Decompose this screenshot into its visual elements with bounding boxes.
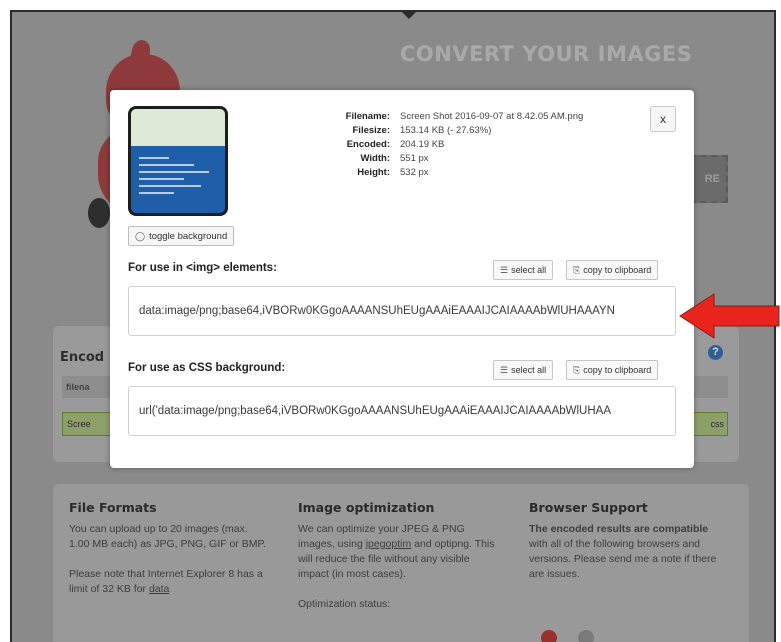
img-section-label: For use in <img> elements: <box>128 262 277 274</box>
encode-result-modal: ◯ toggle background Filename: Screen Shot… <box>110 90 694 468</box>
jpegoptim-link[interactable]: jpegoptim <box>366 538 412 550</box>
info-file-formats: File Formats You can upload up to 20 ima… <box>69 500 269 597</box>
meta-row: Filename: Screen Shot 2016-09-07 at 8.42.… <box>345 111 584 122</box>
list-icon: ☰ <box>500 264 509 275</box>
clipboard-icon: ⎘ <box>573 364 581 375</box>
file-formats-note: Please note that Internet Explorer 8 has… <box>69 568 263 595</box>
encode-panel-title: Encod <box>60 350 105 365</box>
img-select-all-button[interactable]: ☰ select all <box>493 260 554 280</box>
meta-row: Height: 532 px <box>357 167 429 178</box>
help-icon[interactable]: ? <box>708 345 723 360</box>
css-background-field[interactable]: url('data:image/png;base64,iVBORw0KGgoAA… <box>128 386 676 436</box>
meta-row: Width: 551 px <box>360 153 429 164</box>
optimization-text: We can optimize your JPEG & PNG images, … <box>298 523 495 580</box>
info-optimization: Image optimization We can optimize your … <box>298 500 498 612</box>
page: CONVERT YOUR IMAGES RE Encod ? filena Sc… <box>0 0 781 642</box>
lightbulb-icon: ◯ <box>135 230 146 241</box>
red-arrow-icon <box>679 293 780 339</box>
optimization-title: Image optimization <box>298 500 435 515</box>
browser-support-title: Browser Support <box>529 500 648 515</box>
info-browser-support: Browser Support The encoded results are … <box>529 500 729 582</box>
file-formats-title: File Formats <box>69 500 157 515</box>
browser-support-text: The encoded results are compatible with … <box>529 523 717 580</box>
css-section-label: For use as CSS background: <box>128 362 286 374</box>
image-thumbnail <box>128 106 228 216</box>
css-copy-button[interactable]: ⎘ copy to clipboard <box>566 360 659 380</box>
toggle-background-label: toggle background <box>149 230 228 242</box>
result-css-button[interactable]: css <box>690 412 728 436</box>
meta-row: Filesize: 153.14 KB (- 27.63%) <box>352 125 492 136</box>
browser-icon <box>578 630 594 642</box>
toggle-background-button[interactable]: ◯ toggle background <box>128 226 235 246</box>
results-column-header-right <box>690 376 728 398</box>
optimization-status-label: Optimization status: <box>298 598 391 610</box>
img-data-uri-field[interactable]: data:image/png;base64,iVBORw0KGgoAAAANSU… <box>128 286 676 336</box>
browser-icon <box>541 630 557 642</box>
meta-row: Encoded: 204.19 KB <box>346 139 445 150</box>
frame-notch <box>400 10 418 19</box>
close-button[interactable]: x <box>650 106 676 132</box>
img-copy-button[interactable]: ⎘ copy to clipboard <box>566 260 659 280</box>
data-uri-link[interactable]: data <box>149 583 169 595</box>
file-metadata: Filename: Screen Shot 2016-09-07 at 8.42.… <box>330 110 584 180</box>
clipboard-icon: ⎘ <box>573 264 581 275</box>
css-select-all-button[interactable]: ☰ select all <box>493 360 554 380</box>
file-formats-text: You can upload up to 20 images (max. 1.0… <box>69 523 267 550</box>
hero-title: CONVERT YOUR IMAGES <box>400 42 693 66</box>
list-icon: ☰ <box>500 364 509 375</box>
